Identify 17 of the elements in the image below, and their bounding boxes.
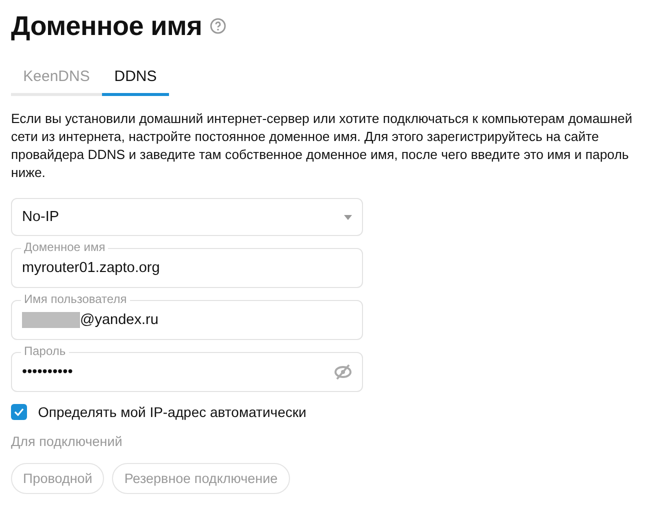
checkbox[interactable]	[11, 404, 27, 420]
eye-slash-icon[interactable]	[334, 364, 352, 380]
field-value: ••••••••••	[22, 364, 73, 380]
checkbox-label: Определять мой IP-адрес автоматически	[38, 404, 306, 420]
provider-select[interactable]: No-IP	[11, 198, 363, 236]
page-title: Доменное имя	[11, 10, 202, 42]
section-label: Для подключений	[11, 434, 124, 449]
tab[interactable]: DDNS	[102, 68, 169, 96]
help-icon[interactable]	[210, 18, 226, 34]
field-value: @yandex.ru	[80, 312, 158, 328]
dropdown-caret-icon	[344, 214, 352, 220]
check-icon	[14, 408, 24, 416]
description-text: Если вы установили домашний интернет-сервер или хотите подключаться к компьютерам домашней сети из интернета, настройте постоянное доменное имя. Для этого зарегистрируйтесь на сайте провайдера DDNS и заведите там собственное доменное имя, после чего введите это имя и пароль ниже.	[11, 110, 634, 182]
field-label: Имя пользователя	[21, 292, 130, 306]
field-label: Доменное имя	[21, 240, 108, 254]
field-value: myrouter01.zapto.org	[22, 260, 160, 276]
field-label: Пароль	[21, 344, 69, 358]
